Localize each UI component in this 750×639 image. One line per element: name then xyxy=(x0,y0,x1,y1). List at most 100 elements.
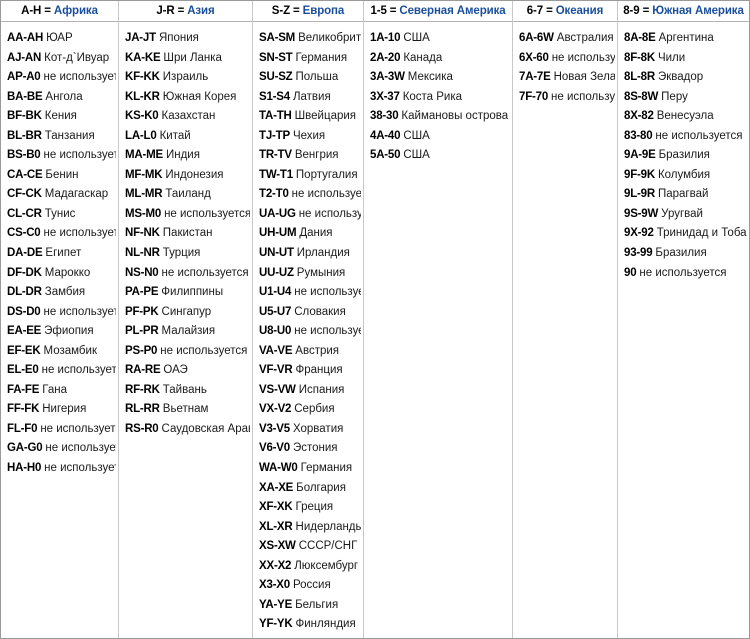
table-row: X3-X0 Россия xyxy=(259,576,361,596)
vin-code-range: 9X-92 xyxy=(624,227,654,240)
vin-code-range: MS-M0 xyxy=(125,207,162,220)
country-name: Испания xyxy=(298,383,345,396)
table-row: SN-ST Германия xyxy=(259,49,361,69)
table-row: 7A-7EНовая Зеландия xyxy=(519,68,615,88)
table-row: PL-PR Малайзия xyxy=(125,322,250,342)
country-name: Перу xyxy=(661,90,688,103)
vin-code-range: 3A-3W xyxy=(370,71,405,84)
vin-code-range: 3X-37 xyxy=(370,90,400,103)
country-name: Тайвань xyxy=(162,383,207,396)
vin-code-range: CA-CE xyxy=(7,168,43,181)
vin-code-range: FF-FK xyxy=(7,403,40,416)
country-name: Вьетнам xyxy=(162,403,209,416)
table-row: 3A-3W Мексика xyxy=(370,68,510,88)
country-name: Турция xyxy=(162,247,201,260)
table-row: XA-XE Болгария xyxy=(259,479,361,499)
table-row: TW-T1 Португалия xyxy=(259,166,361,186)
vin-code-range: BS-B0 xyxy=(7,149,41,162)
country-name: Латвия xyxy=(292,90,331,103)
country-name: не используется xyxy=(44,462,116,475)
vin-code-range: VF-VR xyxy=(259,364,293,377)
table-row: BL-BR Танзания xyxy=(7,127,116,147)
country-name: Австрия xyxy=(295,344,340,357)
header-equals-sign: = xyxy=(389,5,397,17)
country-name: Бельгия xyxy=(295,598,339,611)
country-name: Казахстан xyxy=(161,110,216,123)
vin-code-range: 83-80 xyxy=(624,129,653,142)
column-header-europe: S-Z = Европа xyxy=(253,1,363,22)
table-row: YA-YE Бельгия xyxy=(259,596,361,616)
country-name: Люксембург xyxy=(294,559,359,572)
vin-code-range: XL-XR xyxy=(259,520,293,533)
vin-code-range: SA-SM xyxy=(259,32,296,44)
country-name: Швейцария xyxy=(294,110,357,123)
column-body-asia: JA-JT Япония KA-KE Шри Ланка KF-KK Израиль KL-… xyxy=(119,22,252,638)
country-name: не используется xyxy=(294,325,361,338)
table-row: 83-80 не используется xyxy=(624,127,747,147)
table-row: UU-UZ Румыния xyxy=(259,264,361,284)
vin-code-range: JA-JT xyxy=(125,32,156,44)
vin-code-range: MA-ME xyxy=(125,149,163,162)
vin-code-range: V6-V0 xyxy=(259,442,290,455)
table-row: YL-YRМальта xyxy=(259,635,361,639)
column-body-north-america: 1A-10 США 2A-20 Канада 3A-3W Мексика 3X-37 Кост… xyxy=(364,22,512,638)
header-equals-sign: = xyxy=(546,5,553,17)
vin-code-range: 9L-9R xyxy=(624,188,655,201)
table-row: S1-S4 Латвия xyxy=(259,88,361,108)
vin-code-range: RL-RR xyxy=(125,403,160,416)
header-code-range: J-R xyxy=(156,5,175,17)
header-code-range: S-Z xyxy=(271,5,291,17)
table-row: FL-F0не используется xyxy=(7,420,116,440)
country-name: США xyxy=(403,129,430,142)
table-row: ML-MR Таиланд xyxy=(125,185,250,205)
country-name: Венесуэла xyxy=(656,110,714,123)
header-region-name: Южная Америка xyxy=(652,5,744,17)
country-name: Тринидад и Тобаго xyxy=(656,227,747,240)
table-row: DF-DK Марокко xyxy=(7,264,116,284)
column-africa: A-H = Африка AA-AH ЮАР AJ-AN Кот-д`Ивуар AP-A0 н… xyxy=(1,1,119,638)
vin-code-range: DF-DK xyxy=(7,266,42,279)
vin-code-range: U1-U4 xyxy=(259,286,292,299)
country-name: Шри Ланка xyxy=(163,51,222,64)
table-row: FA-FE Гана xyxy=(7,381,116,401)
table-row: 9L-9R Парагвай xyxy=(624,185,747,205)
vin-code-range: TW-T1 xyxy=(259,168,293,181)
table-row: U8-U0не используется xyxy=(259,322,361,342)
country-name: Филиппины xyxy=(161,286,224,299)
vin-code-range: 8F-8K xyxy=(624,51,655,64)
country-name: Южная Корея xyxy=(162,90,237,103)
header-equals-sign: = xyxy=(293,5,300,17)
country-name: Россия xyxy=(292,579,331,592)
table-row: RL-RR Вьетнам xyxy=(125,400,250,420)
vin-code-range: BL-BR xyxy=(7,129,42,142)
table-row: WA-W0 Германия xyxy=(259,459,361,479)
country-name: Израиль xyxy=(162,71,209,84)
country-name: Марокко xyxy=(44,266,91,279)
table-row: 8S-8W Перу xyxy=(624,88,747,108)
country-name: не используется xyxy=(40,422,116,435)
column-header-oceania: 6-7 = Океания xyxy=(513,1,617,22)
vin-code-range: LA-L0 xyxy=(125,129,157,142)
table-row: 3X-37 Коста Рика xyxy=(370,88,510,108)
vin-code-range: ML-MR xyxy=(125,188,163,201)
vin-code-range: UH-UM xyxy=(259,227,297,240)
country-name: Колумбия xyxy=(657,168,711,181)
table: A-H = Африка AA-AH ЮАР AJ-AN Кот-д`Ивуар AP-A0 н… xyxy=(1,1,749,638)
vin-code-range: U8-U0 xyxy=(259,325,292,338)
table-row: TA-TH Швейцария xyxy=(259,107,361,127)
vin-code-range: UN-UT xyxy=(259,247,294,260)
table-row: 93-99 Бразилия xyxy=(624,244,747,264)
country-name: не используется xyxy=(43,149,116,162)
vin-code-range: BF-BK xyxy=(7,110,42,123)
country-name: Саудовская Аравия xyxy=(161,422,250,435)
vin-code-range: 6X-60 xyxy=(519,51,549,64)
country-name: Эквадор xyxy=(657,71,704,84)
table-row: 9A-9E Бразилия xyxy=(624,146,747,166)
country-name: не используется xyxy=(291,188,361,201)
country-name: Ирландия xyxy=(296,247,350,260)
vin-code-range: 2A-20 xyxy=(370,51,401,64)
country-name: Индонезия xyxy=(165,168,224,181)
header-region-name: Африка xyxy=(53,5,98,17)
country-name: Пакистан xyxy=(162,227,213,240)
vin-code-range: CS-C0 xyxy=(7,227,41,240)
